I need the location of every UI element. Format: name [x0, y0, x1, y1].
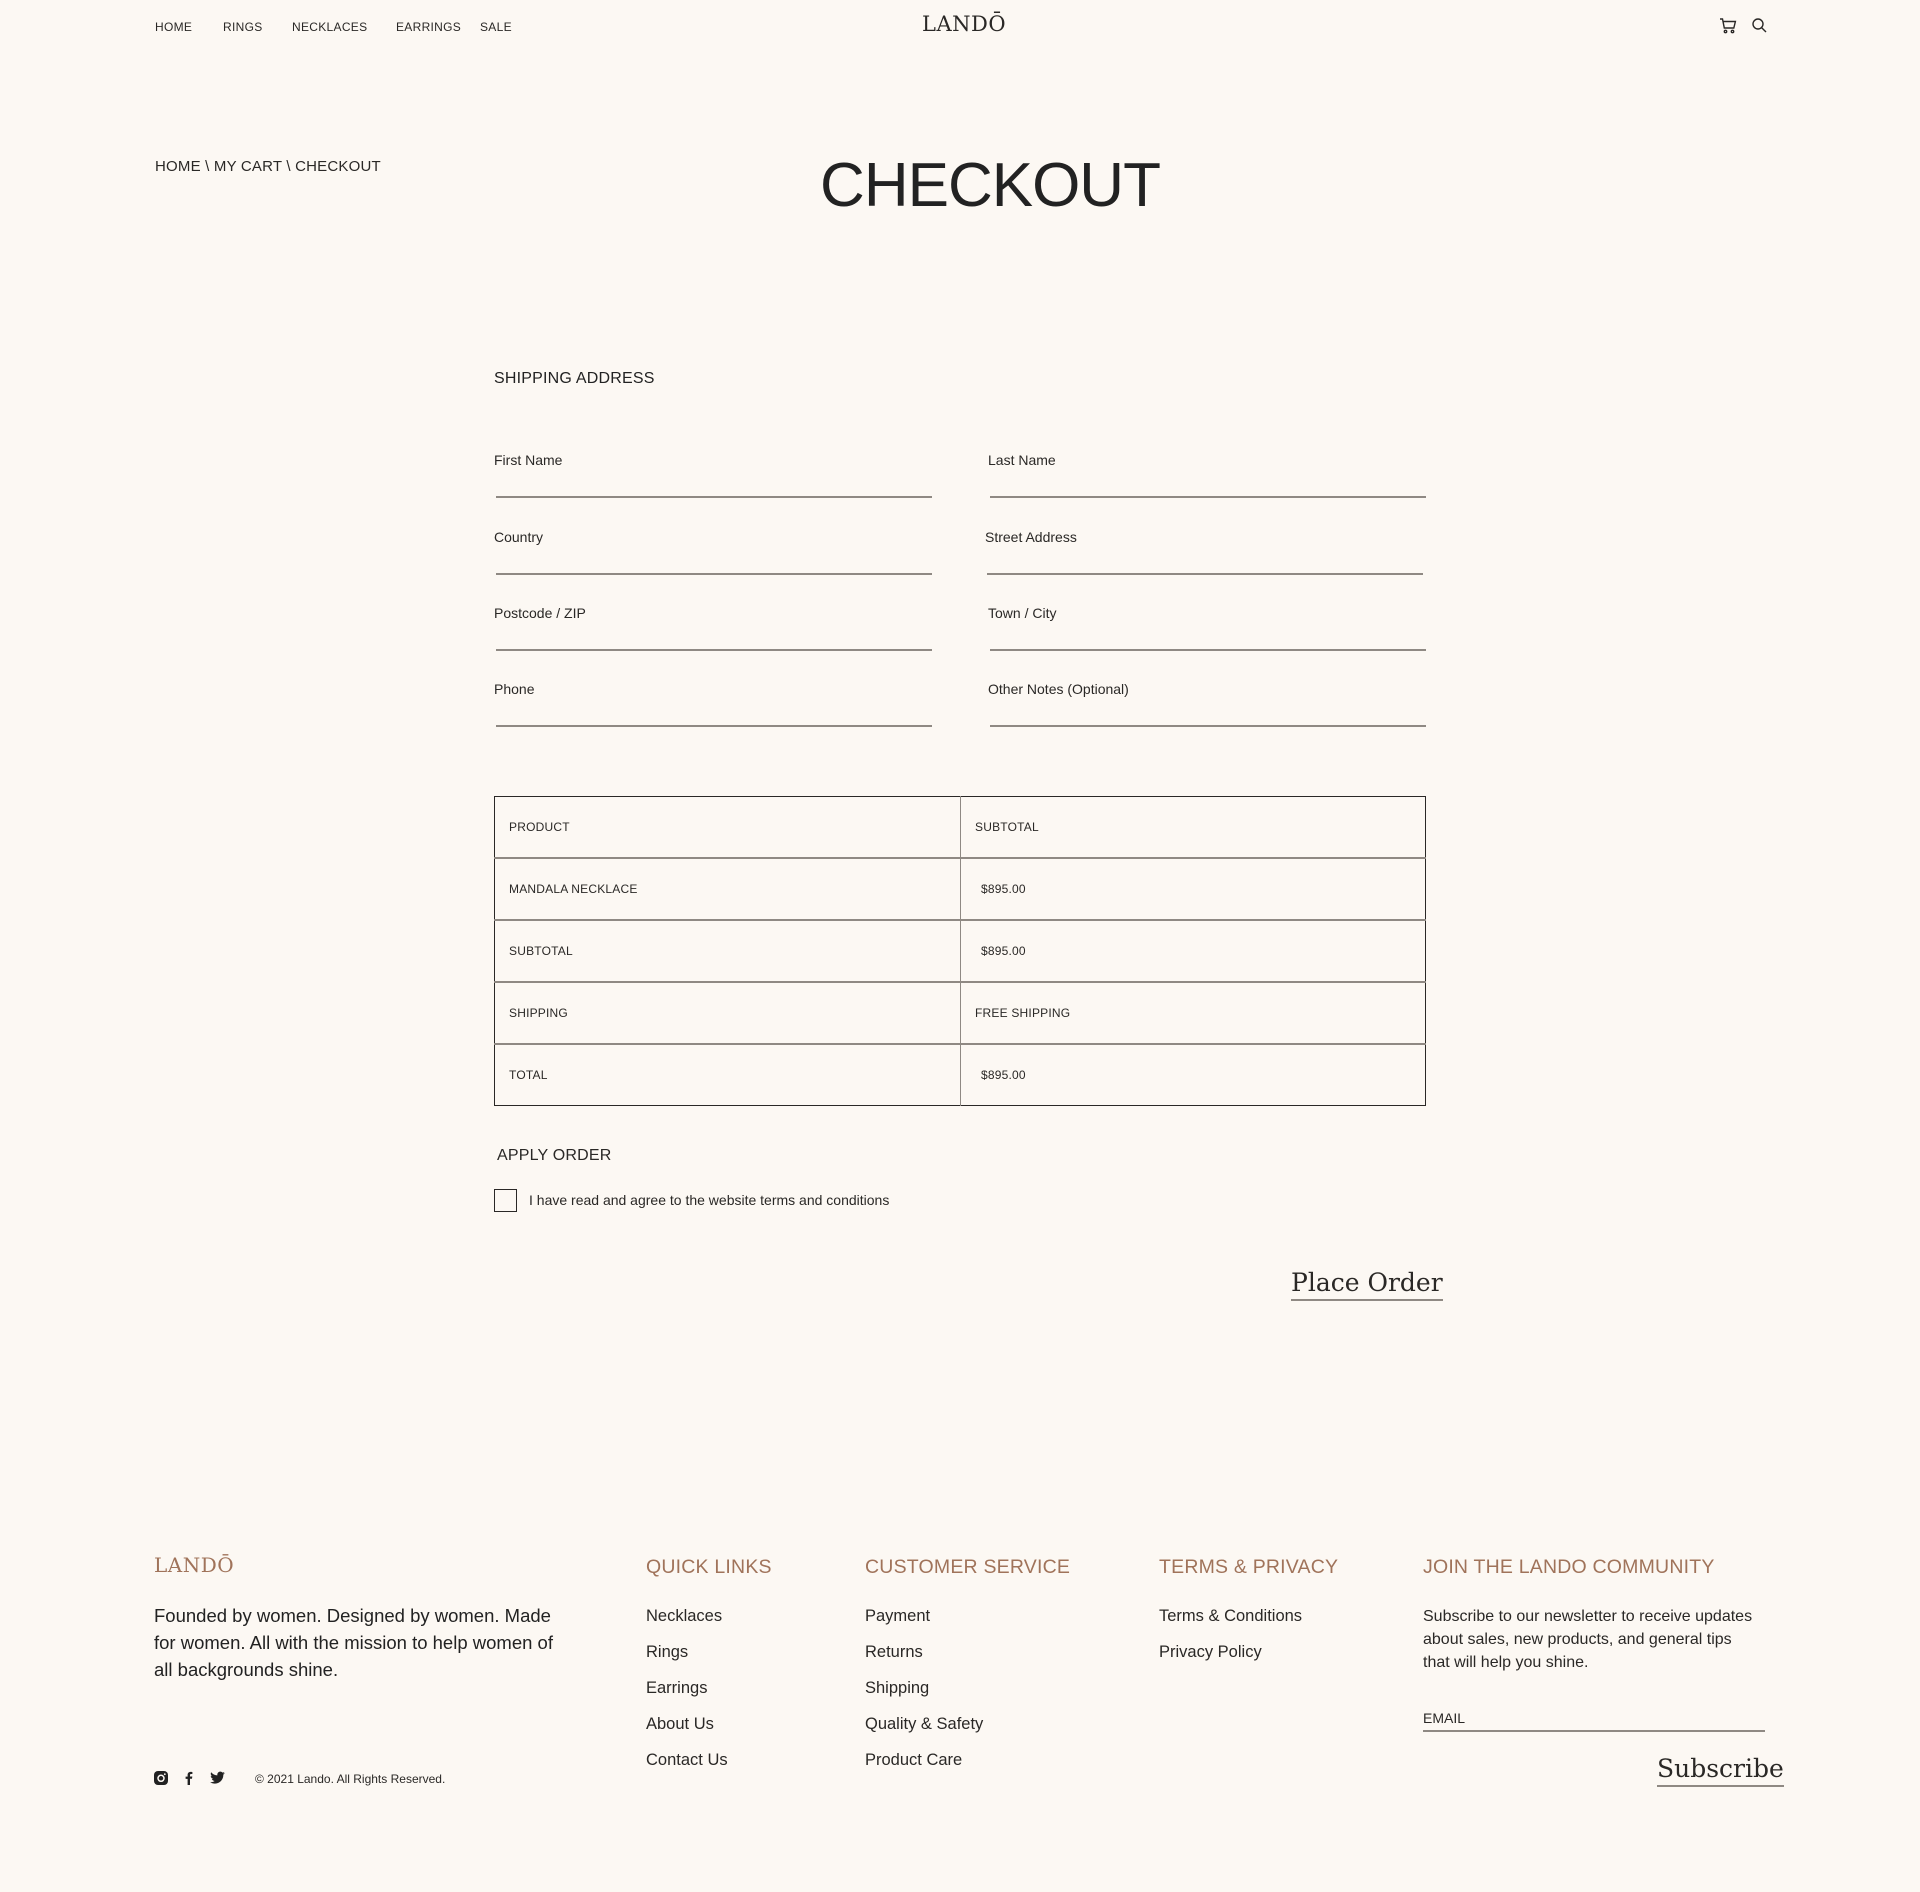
table-row: TOTAL $895.00: [494, 1042, 1426, 1106]
subtotal-header: SUBTOTAL: [975, 819, 1039, 834]
footer-logo[interactable]: LANDŌ: [154, 1553, 234, 1577]
customer-service-heading: CUSTOMER SERVICE: [865, 1556, 1071, 1578]
footer-link-returns[interactable]: Returns: [865, 1643, 923, 1662]
other-notes-input[interactable]: [990, 703, 1426, 727]
apply-order-title: APPLY ORDER: [497, 1147, 612, 1164]
table-header-row: PRODUCT SUBTOTAL: [494, 796, 1426, 858]
cart-icon[interactable]: [1718, 16, 1738, 36]
street-address-label: Street Address: [985, 529, 1077, 545]
first-name-field: First Name: [494, 452, 932, 502]
footer-link-quality-safety[interactable]: Quality & Safety: [865, 1715, 983, 1734]
street-address-field: Street Address: [985, 529, 1423, 579]
terms-privacy-heading: TERMS & PRIVACY: [1159, 1556, 1339, 1578]
nav-rings[interactable]: RINGS: [223, 20, 263, 34]
nav-necklaces[interactable]: NECKLACES: [292, 20, 367, 34]
footer-link-product-care[interactable]: Product Care: [865, 1751, 962, 1770]
last-name-label: Last Name: [988, 452, 1056, 468]
table-row: SUBTOTAL $895.00: [494, 918, 1426, 982]
country-label: Country: [494, 529, 544, 545]
table-row: SHIPPING FREE SHIPPING: [494, 980, 1426, 1044]
terms-checkbox[interactable]: [494, 1189, 517, 1212]
newsletter-text: Subscribe to our newsletter to receive u…: [1423, 1608, 1753, 1671]
total-label: TOTAL: [494, 1042, 961, 1106]
footer-link-privacy-policy[interactable]: Privacy Policy: [1159, 1643, 1262, 1662]
twitter-icon[interactable]: [209, 1770, 225, 1786]
street-address-input[interactable]: [987, 551, 1423, 575]
footer-link-about-us[interactable]: About Us: [646, 1715, 714, 1734]
facebook-icon[interactable]: [181, 1770, 197, 1786]
instagram-icon[interactable]: [153, 1770, 169, 1786]
other-notes-label: Other Notes (Optional): [988, 681, 1129, 697]
subtotal-value: $895.00: [960, 918, 1426, 982]
country-field: Country: [494, 529, 932, 579]
shipping-address-title: SHIPPING ADDRESS: [494, 370, 655, 387]
order-summary-table: PRODUCT SUBTOTAL MANDALA NECKLACE $895.0…: [494, 796, 1426, 1106]
shipping-label: SHIPPING: [494, 980, 961, 1044]
postcode-label: Postcode / ZIP: [494, 605, 586, 621]
footer-link-payment[interactable]: Payment: [865, 1607, 930, 1626]
nav-sale[interactable]: SALE: [480, 20, 512, 34]
community-heading: JOIN THE LANDO COMMUNITY: [1423, 1556, 1715, 1578]
other-notes-field: Other Notes (Optional): [988, 681, 1426, 731]
town-city-input[interactable]: [990, 627, 1426, 651]
footer-link-terms-conditions[interactable]: Terms & Conditions: [1159, 1607, 1302, 1626]
email-field: [1423, 1706, 1765, 1732]
footer-link-earrings[interactable]: Earrings: [646, 1679, 707, 1698]
logo[interactable]: LANDŌ: [922, 12, 1006, 36]
footer-link-contact-us[interactable]: Contact Us: [646, 1751, 728, 1770]
footer-about-text: Founded by women. Designed by women. Mad…: [154, 1605, 553, 1680]
terms-label[interactable]: I have read and agree to the website ter…: [529, 1192, 889, 1208]
footer-link-shipping[interactable]: Shipping: [865, 1679, 929, 1698]
table-row: MANDALA NECKLACE $895.00: [494, 856, 1426, 920]
phone-label: Phone: [494, 681, 535, 697]
nav-earrings[interactable]: EARRINGS: [396, 20, 461, 34]
quick-links-heading: QUICK LINKS: [646, 1556, 772, 1578]
first-name-label: First Name: [494, 452, 563, 468]
postcode-field: Postcode / ZIP: [494, 605, 932, 655]
last-name-input[interactable]: [990, 474, 1426, 498]
copyright-text: © 2021 Lando. All Rights Reserved.: [255, 1772, 446, 1786]
phone-field: Phone: [494, 681, 932, 731]
last-name-field: Last Name: [988, 452, 1426, 502]
search-icon[interactable]: [1750, 16, 1770, 36]
postcode-input[interactable]: [496, 627, 932, 651]
phone-input[interactable]: [496, 703, 932, 727]
page-title: CHECKOUT: [820, 151, 1161, 220]
product-name: MANDALA NECKLACE: [494, 856, 961, 920]
place-order-button[interactable]: Place Order: [1291, 1268, 1443, 1301]
product-price: $895.00: [960, 856, 1426, 920]
first-name-input[interactable]: [496, 474, 932, 498]
total-value: $895.00: [960, 1042, 1426, 1106]
town-city-field: Town / City: [988, 605, 1426, 655]
footer-link-rings[interactable]: Rings: [646, 1643, 688, 1662]
subtotal-label: SUBTOTAL: [494, 918, 961, 982]
subscribe-button[interactable]: Subscribe: [1657, 1754, 1784, 1787]
email-input[interactable]: [1423, 1706, 1765, 1732]
nav-home[interactable]: HOME: [155, 20, 192, 34]
footer-link-necklaces[interactable]: Necklaces: [646, 1607, 722, 1626]
country-input[interactable]: [496, 551, 932, 575]
shipping-value: FREE SHIPPING: [960, 980, 1426, 1044]
town-city-label: Town / City: [988, 605, 1057, 621]
product-header: PRODUCT: [494, 796, 961, 858]
